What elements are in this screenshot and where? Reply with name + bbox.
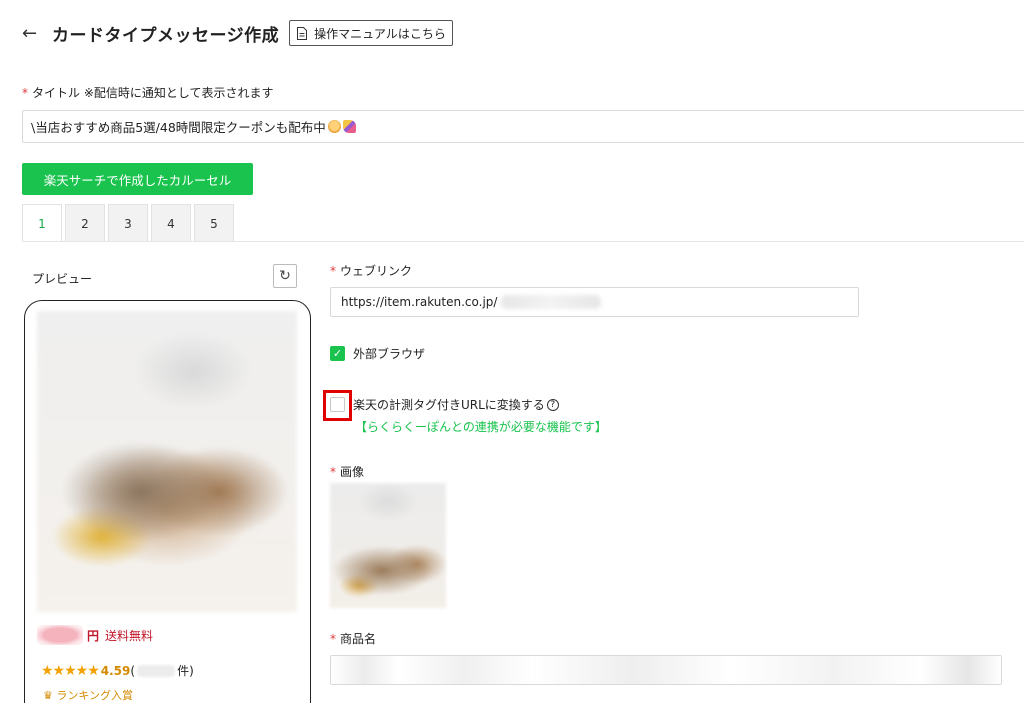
convert-url-label-row: 楽天の計測タグ付きURLに変換する ? — [353, 396, 559, 413]
rakuten-search-carousel-button[interactable]: 楽天サーチで作成したカルーセル — [22, 163, 253, 195]
title-label-text: タイトル ※配信時に通知として表示されます — [32, 86, 274, 100]
question-icon[interactable]: ? — [546, 398, 559, 411]
page-header: ← カードタイプメッセージ作成 操作マニュアルはこちら — [22, 18, 453, 48]
ranking-badge: ♛ ランキング入賞 — [43, 687, 133, 703]
emoji-party-icon — [342, 120, 356, 133]
review-count-close: 件) — [177, 664, 194, 678]
emoji-face-icon — [327, 120, 341, 133]
convert-url-checkbox[interactable] — [330, 397, 345, 412]
crown-icon: ♛ — [43, 689, 53, 702]
phone-preview: 円 送料無料 ★★★★★ 4.59 ( 件) ♛ ランキング入賞 — [24, 300, 311, 703]
weblink-value-blurred — [501, 295, 602, 309]
product-name-label: * 商品名 — [330, 630, 376, 647]
weblink-label-text: ウェブリンク — [340, 264, 413, 278]
title-input[interactable]: \当店おすすめ商品5選/48時間限定クーポンも配布中 — [22, 110, 1024, 143]
external-browser-row: ✓ 外部ブラウザ — [330, 345, 425, 362]
price-row: 円 送料無料 — [37, 625, 153, 645]
product-image-thumbnail[interactable] — [330, 483, 446, 608]
arrow-left-icon[interactable]: ← — [22, 23, 44, 44]
rating-row: ★★★★★ 4.59 ( 件) — [41, 662, 194, 679]
star-rating-icon: ★★★★★ — [41, 662, 100, 679]
preview-label: プレビュー — [32, 272, 93, 286]
ranking-label: ランキング入賞 — [56, 689, 134, 702]
title-label: * タイトル ※配信時に通知として表示されます — [22, 84, 274, 101]
price-value-blurred — [37, 625, 83, 645]
external-browser-label: 外部ブラウザ — [353, 347, 426, 361]
image-label-text: 画像 — [340, 465, 365, 479]
title-input-value: \当店おすすめ商品5選/48時間限定クーポンも配布中 — [31, 120, 326, 135]
product-name-input[interactable] — [330, 655, 1002, 685]
rating-value: 4.59 — [100, 663, 131, 678]
tab-5[interactable]: 5 — [194, 204, 234, 242]
manual-button[interactable]: 操作マニュアルはこちら — [289, 20, 453, 46]
review-count-blurred — [137, 664, 176, 677]
required-mark: * — [330, 632, 336, 646]
weblink-label: * ウェブリンク — [330, 262, 412, 279]
required-mark: * — [330, 465, 336, 479]
product-name-label-text: 商品名 — [340, 632, 377, 646]
document-icon — [297, 26, 308, 40]
price-unit: 円 — [87, 628, 100, 643]
tab-1[interactable]: 1 — [22, 204, 62, 242]
external-browser-checkbox[interactable]: ✓ — [330, 346, 345, 361]
required-mark: * — [330, 264, 336, 278]
weblink-value: https://item.rakuten.co.jp/ — [341, 295, 498, 309]
manual-button-label: 操作マニュアルはこちら — [314, 26, 446, 41]
shipping-label: 送料無料 — [105, 628, 154, 643]
convert-url-label: 楽天の計測タグ付きURLに変換する — [353, 398, 545, 412]
required-mark: * — [22, 86, 28, 100]
image-label: * 画像 — [330, 463, 364, 480]
preview-product-image — [37, 311, 297, 612]
tab-4[interactable]: 4 — [151, 204, 191, 242]
convert-url-note: 【らくらくーぽんとの連携が必要な機能です】 — [355, 420, 607, 434]
weblink-input[interactable]: https://item.rakuten.co.jp/ — [330, 287, 859, 317]
refresh-icon[interactable]: ↻ — [273, 264, 297, 288]
tab-3[interactable]: 3 — [108, 204, 148, 242]
card-tabs: 1 2 3 4 5 — [22, 204, 237, 242]
tab-2[interactable]: 2 — [65, 204, 105, 242]
page-title: カードタイプメッセージ作成 — [52, 25, 280, 46]
review-count-open: ( — [130, 663, 136, 678]
tabs-divider — [22, 241, 1024, 242]
